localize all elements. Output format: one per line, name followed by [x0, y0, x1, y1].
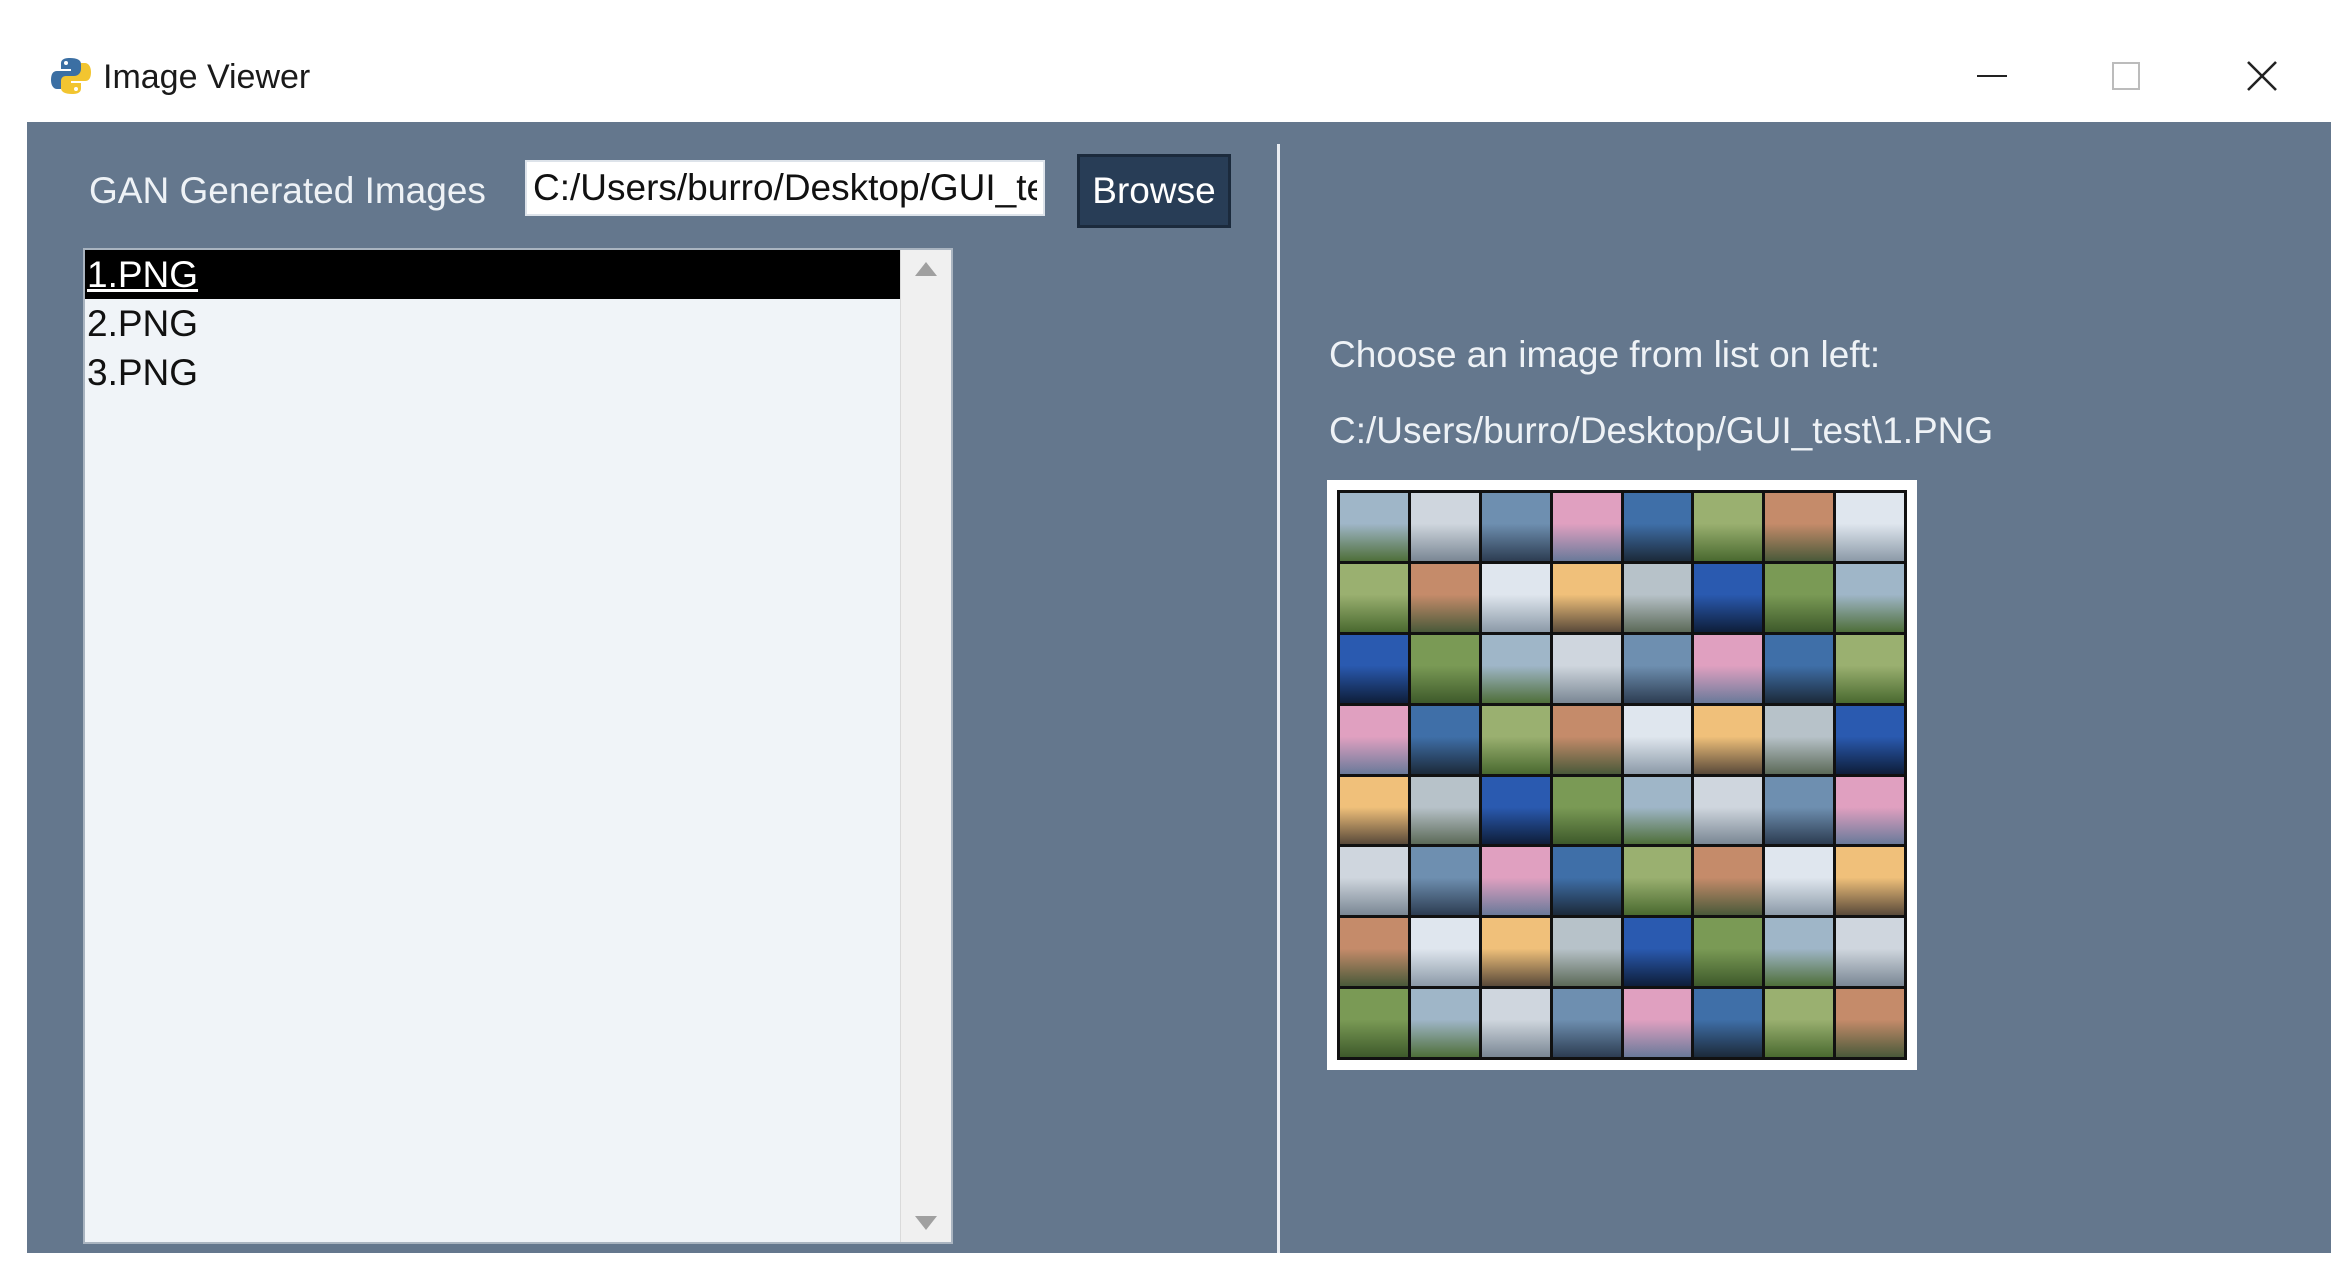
image-tile: [1340, 847, 1408, 916]
image-tile: [1410, 989, 1479, 1057]
maximize-button[interactable]: [2091, 50, 2161, 102]
image-tile: [1552, 634, 1621, 703]
folder-path-input[interactable]: [525, 160, 1045, 216]
listbox-scrollbar[interactable]: [900, 250, 951, 1242]
image-tile: [1623, 776, 1692, 845]
image-tile: [1340, 493, 1408, 561]
image-tile: [1340, 563, 1408, 632]
file-list-item[interactable]: 2.PNG: [85, 299, 901, 348]
image-tile: [1481, 634, 1550, 703]
image-tile: [1410, 634, 1479, 703]
image-tile: [1623, 563, 1692, 632]
image-tile: [1552, 705, 1621, 774]
image-tile: [1836, 634, 1904, 703]
image-tile: [1340, 705, 1408, 774]
image-tile: [1694, 705, 1763, 774]
image-tile: [1694, 563, 1763, 632]
image-tile: [1836, 705, 1904, 774]
image-tile: [1552, 847, 1621, 916]
image-tile: [1765, 634, 1834, 703]
maximize-icon: [2112, 62, 2140, 90]
image-tile: [1552, 918, 1621, 987]
image-tile: [1340, 776, 1408, 845]
image-tile: [1836, 493, 1904, 561]
image-tile: [1765, 847, 1834, 916]
file-listbox[interactable]: 1.PNG 2.PNG 3.PNG: [83, 248, 953, 1244]
scroll-down-arrow-icon[interactable]: [915, 1216, 937, 1230]
image-tile: [1410, 493, 1479, 561]
image-tile: [1765, 563, 1834, 632]
image-tile: [1410, 776, 1479, 845]
image-tile: [1340, 634, 1408, 703]
browse-button[interactable]: Browse: [1077, 154, 1231, 228]
file-list-item[interactable]: 3.PNG: [85, 348, 901, 397]
panel-divider: [1277, 144, 1280, 1253]
image-tile: [1623, 705, 1692, 774]
image-tile: [1410, 847, 1479, 916]
image-tile: [1623, 918, 1692, 987]
image-tile: [1623, 493, 1692, 561]
choose-image-prompt: Choose an image from list on left:: [1329, 334, 1881, 375]
window-client-area: GAN Generated Images Browse 1.PNG2.PNG3.…: [27, 122, 2331, 1253]
generated-image-grid: [1337, 490, 1907, 1060]
image-tile: [1694, 634, 1763, 703]
close-icon: [2247, 61, 2277, 91]
image-tile: [1481, 493, 1550, 561]
image-tile: [1836, 989, 1904, 1057]
image-tile: [1623, 634, 1692, 703]
image-tile: [1552, 493, 1621, 561]
image-tile: [1623, 847, 1692, 916]
scroll-up-arrow-icon[interactable]: [915, 262, 937, 276]
image-tile: [1694, 989, 1763, 1057]
image-tile: [1410, 563, 1479, 632]
image-tile: [1694, 847, 1763, 916]
image-tile: [1481, 847, 1550, 916]
image-tile: [1694, 493, 1763, 561]
image-tile: [1765, 776, 1834, 845]
image-tile: [1765, 493, 1834, 561]
file-list: 1.PNG 2.PNG 3.PNG: [85, 250, 901, 397]
image-tile: [1836, 918, 1904, 987]
image-tile: [1340, 989, 1408, 1057]
image-tile: [1340, 918, 1408, 987]
image-tile: [1552, 563, 1621, 632]
image-tile: [1836, 776, 1904, 845]
image-tile: [1694, 776, 1763, 845]
image-viewer-window: Image Viewer GAN Generated Images Browse…: [27, 30, 2331, 1253]
image-tile: [1410, 705, 1479, 774]
image-tile: [1481, 989, 1550, 1057]
python-logo-icon: [51, 58, 91, 94]
image-tile: [1481, 776, 1550, 845]
minimize-button[interactable]: [1957, 50, 2027, 102]
image-tile: [1765, 918, 1834, 987]
image-tile: [1694, 918, 1763, 987]
image-tile: [1552, 776, 1621, 845]
folder-label: GAN Generated Images: [89, 170, 486, 211]
window-title: Image Viewer: [103, 58, 311, 96]
close-button[interactable]: [2227, 50, 2297, 102]
title-bar[interactable]: Image Viewer: [27, 30, 2331, 122]
file-list-item[interactable]: 1.PNG: [85, 250, 901, 299]
image-tile: [1481, 918, 1550, 987]
image-tile: [1836, 847, 1904, 916]
selected-image-path: C:/Users/burro/Desktop/GUI_test\1.PNG: [1329, 410, 1994, 451]
minimize-icon: [1977, 75, 2007, 77]
image-tile: [1765, 989, 1834, 1057]
image-tile: [1481, 705, 1550, 774]
image-tile: [1765, 705, 1834, 774]
image-tile: [1552, 989, 1621, 1057]
image-tile: [1623, 989, 1692, 1057]
image-preview: [1327, 480, 1917, 1070]
image-tile: [1410, 918, 1479, 987]
image-tile: [1481, 563, 1550, 632]
image-tile: [1836, 563, 1904, 632]
